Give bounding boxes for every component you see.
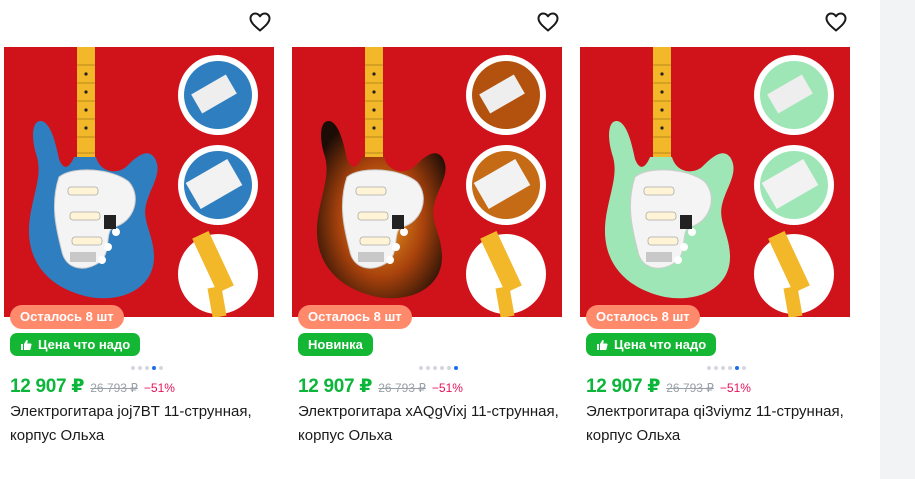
stock-badge: Осталось 8 шт [10, 305, 124, 329]
detail-thumbnail [466, 145, 546, 225]
heart-outline-icon[interactable] [248, 10, 272, 34]
gallery-dot[interactable] [742, 366, 746, 370]
price-row: 12 907 ₽ 26 793 ₽ −51% [298, 375, 463, 398]
product-card[interactable]: Осталось 8 шт Новинка 12 907 ₽ 26 793 ₽ … [292, 0, 564, 479]
product-title[interactable]: Электрогитара qi3viymz 11-струнная, корп… [586, 400, 848, 448]
price-row: 12 907 ₽ 26 793 ₽ −51% [586, 375, 751, 398]
current-price: 12 907 ₽ [298, 376, 373, 397]
right-side-panel [880, 0, 915, 479]
product-title[interactable]: Электрогитара joj7BT 11-струнная, корпус… [10, 400, 272, 448]
gallery-dot[interactable] [440, 366, 444, 370]
gallery-dot[interactable] [714, 366, 718, 370]
promo-badge: Новинка [298, 333, 373, 356]
detail-thumbnail [754, 145, 834, 225]
product-photo[interactable] [292, 47, 562, 317]
gallery-dots[interactable] [419, 366, 458, 370]
current-price: 12 907 ₽ [10, 376, 85, 397]
old-price: 26 793 ₽ [666, 381, 714, 395]
gallery-dot[interactable] [447, 366, 451, 370]
heart-outline-icon[interactable] [536, 10, 560, 34]
promo-label: Цена что надо [38, 337, 131, 352]
gallery-dot-active[interactable] [735, 366, 739, 370]
product-card[interactable]: Осталось 8 шт Цена что надо 12 907 ₽ 26 … [580, 0, 852, 479]
detail-thumbnail [178, 55, 258, 135]
gallery-dot[interactable] [728, 366, 732, 370]
heart-outline-icon[interactable] [824, 10, 848, 34]
product-title[interactable]: Электрогитара xAQgVixj 11-струнная, корп… [298, 400, 560, 448]
gallery-dot[interactable] [131, 366, 135, 370]
product-photo[interactable] [580, 47, 850, 317]
detail-thumbnail [178, 145, 258, 225]
gallery-dots[interactable] [707, 366, 746, 370]
old-price: 26 793 ₽ [378, 381, 426, 395]
detail-thumbnail [754, 231, 834, 317]
price-row: 12 907 ₽ 26 793 ₽ −51% [10, 375, 175, 398]
stock-badge: Осталось 8 шт [586, 305, 700, 329]
promo-badge: Цена что надо [10, 333, 141, 356]
gallery-dot[interactable] [145, 366, 149, 370]
promo-label: Новинка [308, 337, 363, 352]
product-photo[interactable] [4, 47, 274, 317]
detail-thumbnail [466, 231, 546, 317]
stock-badge: Осталось 8 шт [298, 305, 412, 329]
thumbs-up-icon [21, 339, 32, 350]
gallery-dots[interactable] [131, 366, 163, 370]
gallery-dot[interactable] [419, 366, 423, 370]
promo-badge: Цена что надо [586, 333, 717, 356]
detail-thumbnail [754, 55, 834, 135]
gallery-dot[interactable] [159, 366, 163, 370]
thumbs-up-icon [597, 339, 608, 350]
gallery-dot[interactable] [138, 366, 142, 370]
current-price: 12 907 ₽ [586, 376, 661, 397]
gallery-dot[interactable] [707, 366, 711, 370]
old-price: 26 793 ₽ [90, 381, 138, 395]
detail-thumbnail [466, 55, 546, 135]
gallery-dot[interactable] [721, 366, 725, 370]
gallery-dot-active[interactable] [454, 366, 458, 370]
discount-percent: −51% [431, 381, 463, 395]
product-card[interactable]: Осталось 8 шт Цена что надо 12 907 ₽ 26 … [4, 0, 276, 479]
gallery-dot-active[interactable] [152, 366, 156, 370]
promo-label: Цена что надо [614, 337, 707, 352]
discount-percent: −51% [719, 381, 751, 395]
discount-percent: −51% [143, 381, 175, 395]
gallery-dot[interactable] [433, 366, 437, 370]
gallery-dot[interactable] [426, 366, 430, 370]
detail-thumbnail [178, 231, 258, 317]
